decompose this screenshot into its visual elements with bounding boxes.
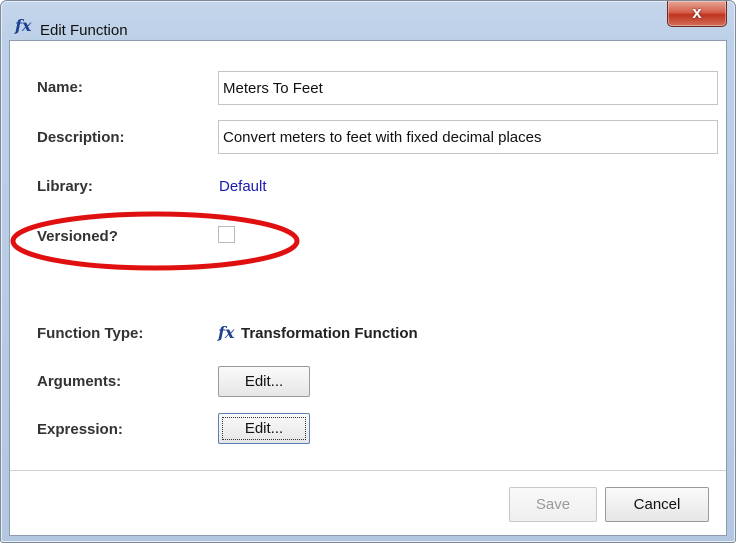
name-label: Name: [37,79,83,96]
save-button[interactable]: Save [509,487,597,522]
description-label: Description: [37,129,125,146]
library-link[interactable]: Default [219,178,267,196]
title-bar[interactable]: fx Edit Function x [1,1,735,41]
function-type-value: Transformation Function [241,325,418,342]
expression-label: Expression: [37,421,123,438]
name-field[interactable] [218,71,718,105]
function-fx-icon: fx [15,16,32,35]
footer-separator [10,470,726,471]
focus-ring [222,417,306,440]
close-icon: x [692,3,702,22]
versioned-label: Versioned? [37,228,118,245]
window-title: Edit Function [40,22,128,39]
function-fx-icon: fx [218,323,235,342]
description-field[interactable] [218,120,718,154]
close-button[interactable]: x [667,1,727,27]
cancel-button[interactable]: Cancel [605,487,709,522]
arguments-label: Arguments: [37,373,122,390]
library-label: Library: [37,178,93,195]
function-type-label: Function Type: [37,325,144,342]
versioned-checkbox[interactable] [218,226,235,243]
arguments-edit-button[interactable]: Edit... [218,366,310,397]
expression-edit-button[interactable]: Edit... [218,413,310,444]
dialog-content: Name: Description: Library: Default Vers… [9,40,727,536]
edit-function-dialog: fx Edit Function x Name: Description: Li… [0,0,736,543]
